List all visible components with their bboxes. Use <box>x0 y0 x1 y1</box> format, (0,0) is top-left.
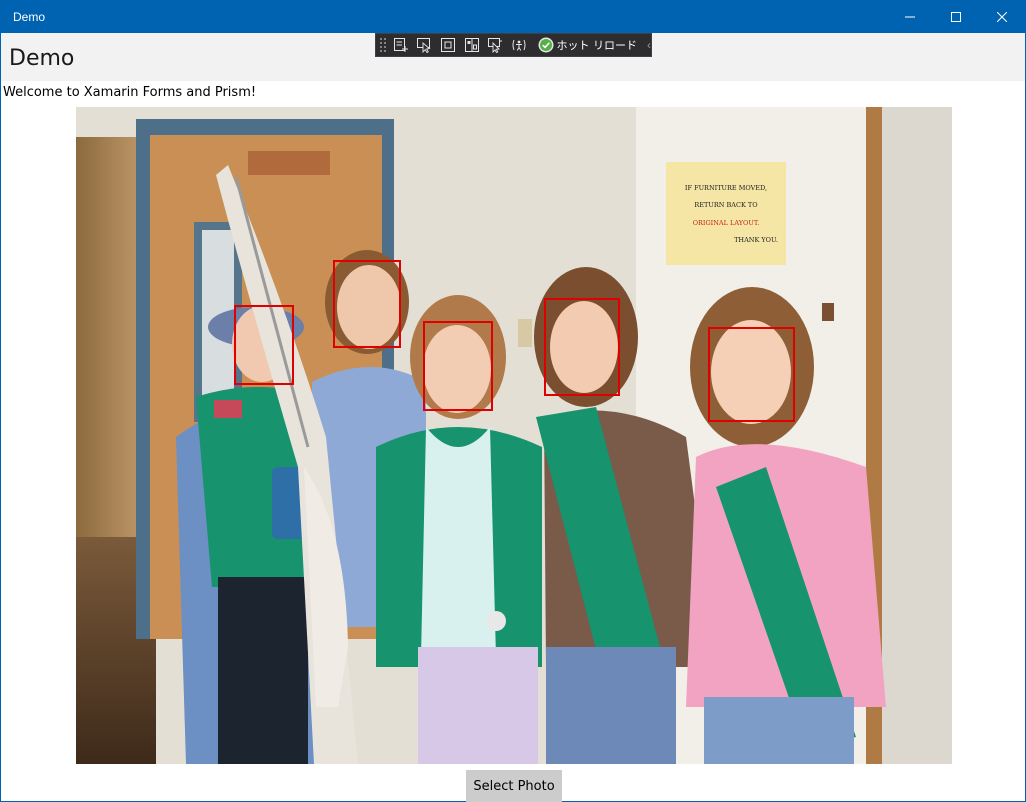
title-bar[interactable]: Demo <box>1 1 1025 33</box>
face-box-2 <box>333 260 401 348</box>
add-element-button[interactable] <box>392 35 410 55</box>
close-button[interactable] <box>979 1 1025 33</box>
minimize-button[interactable] <box>887 1 933 33</box>
face-box-3 <box>423 321 493 411</box>
page-title: Demo <box>9 46 75 71</box>
select-element-button[interactable] <box>416 35 434 55</box>
select-photo-button[interactable]: Select Photo <box>466 770 562 802</box>
sign-line-4: THANK YOU. <box>734 236 778 244</box>
window-title: Demo <box>13 10 46 24</box>
welcome-label: Welcome to Xamarin Forms and Prism! <box>3 85 257 100</box>
close-icon <box>997 12 1007 22</box>
hot-reload-label: ホット リロード <box>556 39 638 52</box>
sign-line-2: RETURN BACK TO <box>694 201 757 209</box>
maximize-button[interactable] <box>933 1 979 33</box>
minimize-icon <box>905 16 915 18</box>
analyzed-photo: IF FURNITURE MOVED, RETURN BACK TO ORIGI… <box>76 107 952 764</box>
accessibility-icon <box>512 39 526 51</box>
app-window: Demo Demo ホット リロード ‹ Welcome to Xamarin … <box>0 0 1026 802</box>
face-box-1 <box>234 305 294 385</box>
xaml-runtime-toolbar: ホット リロード ‹ <box>375 33 652 57</box>
add-element-icon <box>393 38 408 52</box>
check-circle-icon <box>538 37 553 53</box>
binding-failures-icon <box>488 38 503 53</box>
maximize-icon <box>951 12 961 22</box>
display-layout-adorners-button[interactable] <box>439 35 457 55</box>
track-focus-button[interactable] <box>463 35 481 55</box>
select-element-icon <box>417 38 431 53</box>
photo-scene: IF FURNITURE MOVED, RETURN BACK TO ORIGI… <box>76 107 952 764</box>
track-focus-icon <box>464 38 479 52</box>
hot-reload-button[interactable]: ホット リロード <box>538 37 638 53</box>
toolbar-grip[interactable] <box>379 37 387 53</box>
face-box-4 <box>544 298 620 396</box>
accessibility-button[interactable] <box>510 35 528 55</box>
collapse-toolbar-icon[interactable]: ‹ <box>647 38 651 52</box>
display-layout-adorners-icon <box>440 38 455 52</box>
notice-sign <box>666 162 786 265</box>
binding-failures-button[interactable] <box>486 35 504 55</box>
face-box-5 <box>708 327 795 422</box>
sign-line-3: ORIGINAL LAYOUT. <box>693 219 760 227</box>
sign-line-1: IF FURNITURE MOVED, <box>685 184 767 192</box>
